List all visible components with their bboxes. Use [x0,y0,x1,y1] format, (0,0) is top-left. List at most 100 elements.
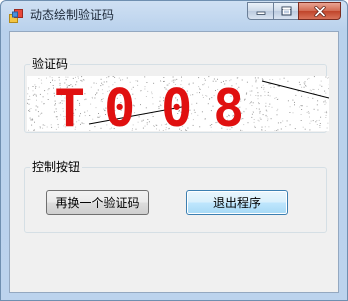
captcha-noise-dot [274,97,276,99]
captcha-noise-dot [304,128,306,130]
captcha-noise-dot [146,82,148,83]
title-bar[interactable]: 动态绘制验证码 [1,1,347,31]
captcha-noise-dot [35,105,37,107]
captcha-noise-dot [100,78,102,80]
captcha-noise-dot [323,101,325,103]
captcha-noise-dot [29,98,31,100]
captcha-noise-dot [250,101,252,103]
captcha-noise-dot [152,97,154,99]
captcha-noise-dot [269,79,271,81]
captcha-noise-dot [202,94,204,96]
captcha-noise-dot [316,120,318,122]
captcha-noise-dot [152,103,154,105]
captcha-noise-dot [27,93,29,95]
captcha-noise-dot [307,97,309,99]
captcha-noise-dot [304,83,306,85]
captcha-noise-dot [152,116,154,117]
captcha-noise-dot [309,129,311,131]
captcha-noise-dot [77,76,79,78]
captcha-noise-dot [255,95,257,96]
captcha-noise-dot [265,102,267,104]
captcha-noise-dot [268,106,270,107]
captcha-noise-dot [282,120,284,122]
captcha-noise-dot [261,126,263,128]
captcha-noise-dot [42,124,44,126]
captcha-noise-dot [258,103,260,105]
captcha-noise-dot [32,90,34,92]
captcha-noise-dot [259,110,261,112]
captcha-noise-dot [277,85,279,87]
captcha-noise-dot [309,122,311,124]
captcha-noise-dot [264,126,266,128]
captcha-noise-dot [29,110,31,112]
captcha-noise-dot [29,108,31,110]
window-title: 动态绘制验证码 [30,8,115,22]
captcha-noise-dot [316,104,318,106]
captcha-noise-dot [41,82,43,84]
change-captcha-button[interactable]: 再换一个验证码 [46,190,149,215]
captcha-noise-dot [30,119,32,121]
captcha-noise-dot [251,90,253,92]
captcha-noise-dot [257,119,259,121]
captcha-noise-dot [267,94,269,96]
captcha-noise-dot [35,86,37,88]
captcha-noise-dot [294,104,295,106]
close-button[interactable] [298,2,341,20]
captcha-noise-dot [147,90,149,92]
captcha-noise-dot [287,100,289,102]
captcha-noise-dot [292,112,294,114]
captcha-noise-dot [262,114,264,116]
captcha-noise-dot [50,124,52,126]
exit-button[interactable]: 退出程序 [186,190,288,215]
captcha-noise-dot [90,103,92,105]
captcha-noise-dot [201,111,203,113]
captcha-noise-dot [262,79,264,81]
captcha-noise-dot [38,115,40,117]
captcha-noise-dot [97,116,99,118]
captcha-image: T 0 0 8 [27,76,329,131]
captcha-noise-dot [137,121,139,123]
captcha-noise-dot [199,92,200,94]
captcha-noise-dot [96,92,98,94]
captcha-noise-dot [257,77,259,79]
captcha-noise-dot [194,111,196,113]
captcha-noise-dot [142,119,144,121]
captcha-noise-dot [27,87,29,89]
captcha-noise-dot [298,81,300,83]
captcha-noise-dot [306,105,308,107]
captcha-noise-dot [303,82,305,84]
maximize-button[interactable] [273,2,298,20]
captcha-noise-dot [317,100,319,102]
captcha-noise-dot [40,79,42,81]
captcha-noise-dot [263,88,265,90]
captcha-noise-dot [300,120,302,121]
captcha-noise-dot [273,86,275,88]
captcha-noise-dot [324,90,326,92]
captcha-noise-dot [92,118,94,120]
captcha-noise-dot [86,110,88,112]
captcha-noise-dot [292,99,294,101]
captcha-noise-dot [308,112,310,114]
captcha-noise-dot [319,127,321,128]
app-icon [9,9,23,23]
captcha-noise-dot [289,124,291,126]
captcha-char: T [54,79,85,131]
captcha-noise-dot [295,94,297,96]
captcha-noise-dot [249,103,251,105]
captcha-noise-dot [44,124,46,126]
captcha-noise-dot [309,116,310,118]
captcha-noise-dot [75,76,76,78]
captcha-noise-dot [89,130,91,131]
captcha-noise-dot [192,119,194,121]
captcha-noise-dot [28,88,29,90]
captcha-noise-dot [312,88,314,90]
minimize-button[interactable] [247,2,273,20]
captcha-noise-dot [265,109,267,111]
captcha-noise-dot [260,95,262,97]
captcha-noise-dot [276,114,278,116]
captcha-noise-dot [208,86,209,88]
captcha-noise-dot [254,77,256,79]
captcha-noise-dot [39,93,41,95]
captcha-noise-dot [41,112,43,114]
captcha-noise-dot [259,117,261,119]
